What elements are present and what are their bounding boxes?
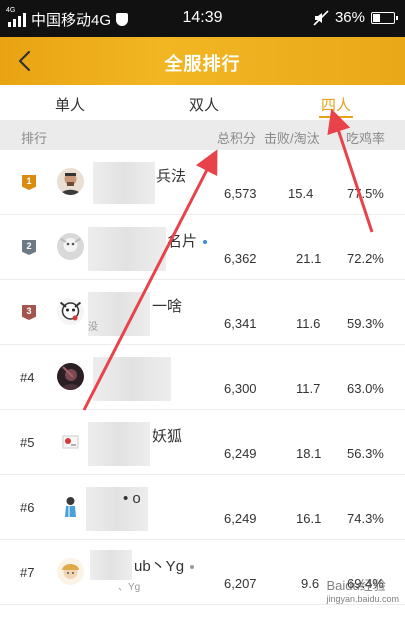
tab-duo[interactable]: 双人	[189, 94, 219, 115]
page-title: 全服排行	[164, 54, 241, 74]
player-subname: 、Yg	[118, 582, 141, 593]
rank-number: #5	[20, 435, 35, 450]
col-score[interactable]: 总积分	[217, 128, 256, 147]
leaderboard-row[interactable]: #5 妖狐 6,249 18.1 56.3%	[0, 410, 405, 475]
player-name: • o	[123, 490, 141, 507]
active-tab-indicator	[319, 116, 353, 118]
leaderboard-header: 排行 总积分 击败/淘汰 吃鸡率	[0, 120, 405, 150]
kill-ratio: 16.1	[296, 511, 322, 526]
total-score: 6,573	[224, 186, 257, 201]
leaderboard-row[interactable]: #6 • o 6,249 16.1 74.3%	[0, 475, 405, 540]
leaderboard-row[interactable]: 1 兵法 6,573 15.4 77.5%	[0, 150, 405, 215]
leaderboard-row[interactable]: #4 6,300 11.7 63.0%	[0, 345, 405, 410]
redacted-name-blur	[93, 357, 171, 401]
tab-solo[interactable]: 单人	[55, 94, 85, 115]
win-rate: 77.5%	[347, 186, 384, 201]
status-right: 36%	[313, 9, 398, 26]
avatar[interactable]	[57, 233, 84, 260]
avatar[interactable]	[57, 558, 84, 585]
redacted-name-blur	[90, 550, 132, 580]
redacted-name-blur	[93, 162, 155, 204]
kill-ratio: 21.1	[296, 251, 322, 266]
online-status-dot	[190, 565, 195, 570]
total-score: 6,362	[224, 251, 257, 266]
kill-ratio: 11.6	[296, 316, 321, 331]
status-bar: 4G 中国移动4G 14:39 36%	[0, 0, 405, 37]
col-kd[interactable]: 击败/淘汰	[264, 128, 320, 147]
rank-number: #4	[20, 370, 35, 385]
kill-ratio: 9.6	[301, 576, 320, 591]
col-rank: 排行	[21, 131, 48, 146]
avatar[interactable]	[57, 168, 84, 195]
tab-squad[interactable]: 四人	[321, 94, 351, 115]
battery-icon	[371, 11, 398, 24]
player-name: 兵法	[156, 168, 187, 185]
watermark-url: jingyan.baidu.com	[326, 594, 399, 604]
mute-icon	[313, 9, 329, 26]
kill-ratio: 18.1	[296, 446, 322, 461]
leaderboard-row[interactable]: 2 名片 6,362 21.1 72.2%	[0, 215, 405, 280]
total-score: 6,300	[224, 381, 257, 396]
baidu-watermark: Baidu经验 jingyan.baidu.com	[326, 575, 399, 604]
win-rate: 72.2%	[347, 251, 384, 266]
avatar[interactable]	[57, 428, 84, 455]
battery-percent: 36%	[334, 9, 365, 26]
total-score: 6,249	[224, 511, 257, 526]
kill-ratio: 15.4	[288, 186, 314, 201]
player-name: 妖狐	[152, 428, 183, 445]
silver-rank-badge-icon: 2	[22, 240, 36, 255]
win-rate: 63.0%	[347, 381, 384, 396]
player-name-text: 名片	[167, 233, 198, 250]
redacted-name-blur	[88, 227, 166, 271]
online-status-dot	[203, 240, 208, 245]
player-name: 名片	[167, 230, 208, 251]
avatar[interactable]	[57, 363, 84, 390]
avatar[interactable]	[57, 493, 84, 520]
battery-fill	[373, 13, 381, 22]
player-name: 一啥	[152, 298, 183, 315]
win-rate: 74.3%	[347, 511, 384, 526]
total-score: 6,207	[224, 576, 257, 591]
rank-number: #6	[20, 500, 35, 515]
player-name-text: ub丶Yg	[134, 558, 185, 575]
bronze-rank-badge-icon: 3	[22, 305, 36, 320]
leaderboard-row[interactable]: 3 一啥 没 6,341 11.6 59.3%	[0, 280, 405, 345]
mode-tabs: 单人 双人 四人	[0, 85, 405, 120]
watermark-text: Baidu经验	[326, 578, 386, 593]
app-header: 全服排行	[0, 37, 405, 85]
total-score: 6,249	[224, 446, 257, 461]
avatar[interactable]	[57, 298, 84, 325]
rank-number: #7	[20, 565, 35, 580]
player-subname: 没	[88, 322, 98, 333]
gold-rank-badge-icon: 1	[22, 175, 36, 190]
player-name: ub丶Yg	[134, 555, 195, 576]
win-rate: 59.3%	[347, 316, 384, 331]
kill-ratio: 11.7	[296, 381, 321, 396]
win-rate: 56.3%	[347, 446, 384, 461]
col-win-rate[interactable]: 吃鸡率	[346, 128, 385, 147]
redacted-name-blur	[88, 422, 150, 466]
total-score: 6,341	[224, 316, 257, 331]
